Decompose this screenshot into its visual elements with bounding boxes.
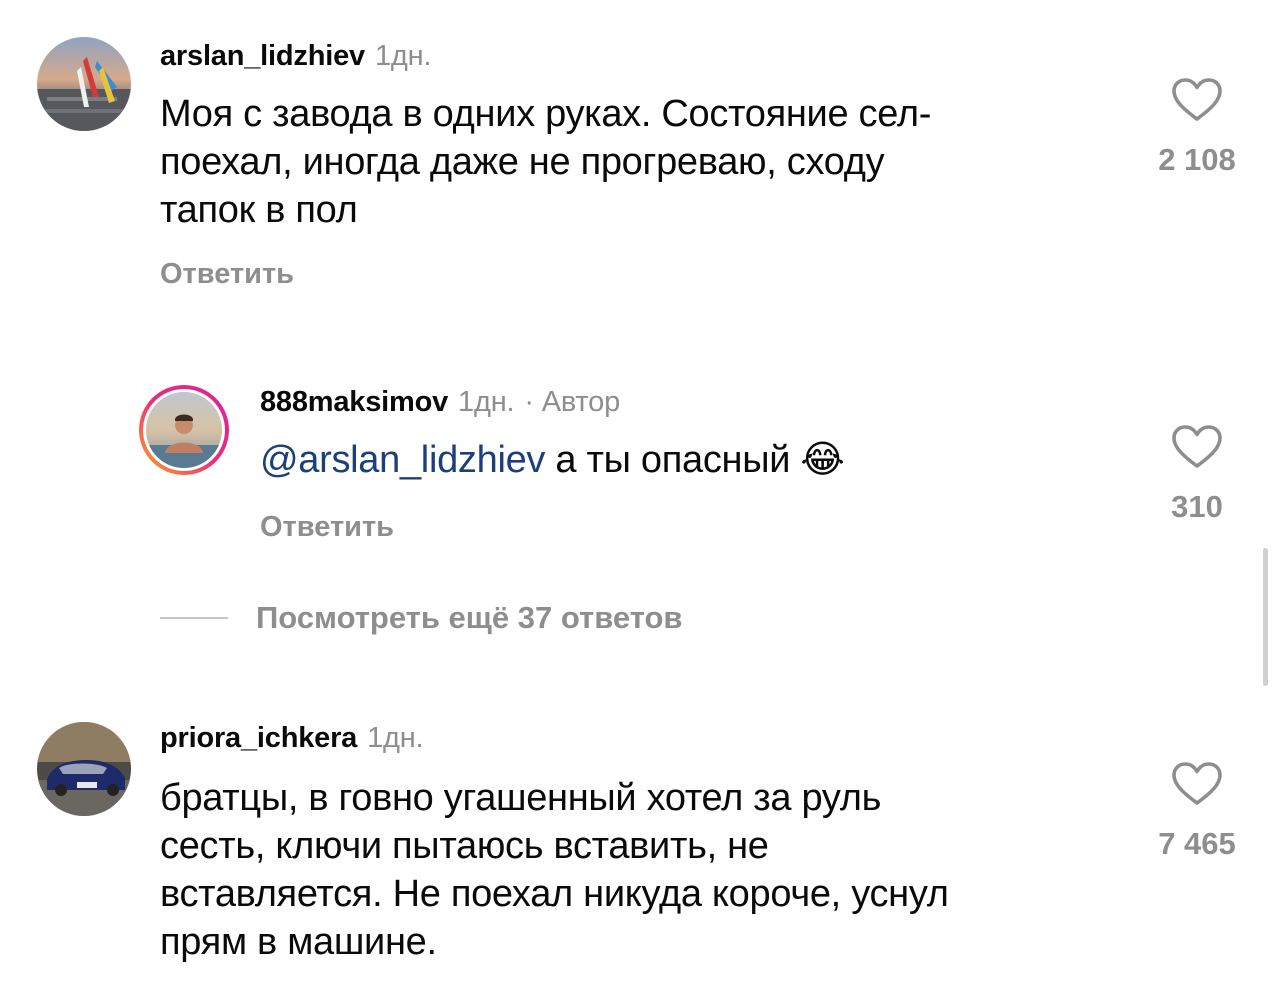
comment-text-line: поехал, иногда даже не прогреваю, сходу [160,141,885,183]
comment-text-line: вставляется. Не поехал никуда короче, ус… [160,873,949,915]
reply-text-content: а ты опасный [555,439,791,481]
avatar-story-ring[interactable] [137,383,231,477]
like-button[interactable]: 310 [1152,425,1242,525]
view-more-divider [160,617,228,619]
heart-outline-icon [1172,762,1222,805]
like-count: 7 465 [1158,826,1236,861]
comment-time: 1дн. [367,722,424,754]
author-badge: · Автор [524,386,621,418]
view-more-replies-label[interactable]: Посмотреть ещё 37 ответов [256,600,682,636]
like-count: 2 108 [1158,142,1236,177]
reply-button[interactable]: Ответить [260,511,394,544]
reply-text: @arslan_lidzhiev а ты опасный 😂 [260,436,1120,484]
comment-text-line: братцы, в говно угашенный хотел за руль [160,777,882,819]
comment-text: братцы, в говно угашенный хотел за руль … [160,774,1120,966]
username-text[interactable]: priora_ichkera [160,722,357,754]
like-button[interactable]: 2 108 [1152,78,1242,178]
view-more-replies-button[interactable]: Посмотреть ещё 37 ответов [160,600,682,636]
heart-outline-icon [1172,425,1222,468]
avatar[interactable] [37,722,131,816]
comment-time: 1дн. [374,40,432,72]
comment-text: Моя с завода в одних руках. Состояние се… [160,90,1120,234]
username-text[interactable]: arslan_lidzhiev [160,40,365,72]
like-count: 310 [1171,489,1223,524]
comment-text-line: тапок в пол [160,189,358,231]
reply-button[interactable]: Ответить [160,258,294,291]
like-button[interactable]: 7 465 [1152,762,1242,862]
comment-time: 1дн. [458,386,515,418]
avatar[interactable] [37,37,131,131]
mention-link[interactable]: @arslan_lidzhiev [260,439,545,481]
scrollbar[interactable] [1263,548,1268,686]
comment-text-line: прям в машине. [160,921,437,963]
heart-outline-icon [1172,78,1222,121]
comment-username[interactable]: priora_ichkera 1дн. [160,722,424,755]
comment-username[interactable]: arslan_lidzhiev 1дн. [160,40,431,73]
comment-text-line: сесть, ключи пытаюсь вставить, не [160,825,769,867]
laughing-emoji-icon: 😂 [800,439,845,481]
comment-text-line: Моя с завода в одних руках. Состояние се… [160,93,932,135]
username-text[interactable]: 888maksimov [260,386,448,418]
reply-username[interactable]: 888maksimov 1дн. · Автор [260,386,620,419]
